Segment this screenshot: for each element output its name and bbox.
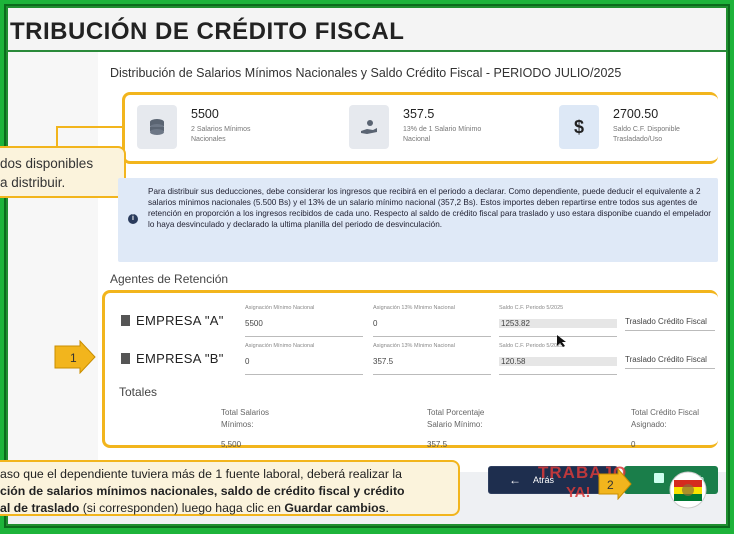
info-icon: i — [128, 214, 138, 224]
kpi-value: 357.5 — [403, 107, 435, 121]
field-value: 0 — [373, 319, 378, 328]
traslado-select[interactable]: Traslado Crédito Fiscal — [625, 355, 715, 369]
agent-row: EMPRESA "A" Asignación Mínimo Nacional 5… — [105, 303, 721, 343]
traslado-select[interactable]: Traslado Crédito Fiscal — [625, 317, 715, 331]
save-icon — [654, 473, 664, 483]
totals-title: Totales — [119, 385, 158, 399]
banner-title: TRIBUCIÓN DE CRÉDITO FISCAL — [10, 18, 405, 45]
field-value: 0 — [245, 357, 250, 366]
step-1-label: 1 — [70, 351, 77, 365]
kpi-summary: 5500 2 Salarios Mínimos Nacionales 357.5… — [122, 92, 718, 164]
field-label: Saldo C.F. Periodo 5/2025 — [499, 305, 564, 311]
field-label: Asignación Mínimo Nacional — [245, 343, 315, 349]
asignacion-13-field[interactable]: Asignación 13% Mínimo Nacional 357.5 — [373, 343, 491, 375]
coins-icon — [137, 105, 177, 149]
company-name: EMPRESA "B" — [121, 351, 224, 366]
total-label: Mínimos: — [221, 420, 254, 429]
callout-saldos: dos disponibles a distribuir. — [0, 146, 126, 198]
company-name: EMPRESA "A" — [121, 313, 224, 328]
total-label: Salario Mínimo: — [427, 420, 483, 429]
info-text: Para distribuir sus deducciones, debe co… — [148, 187, 712, 229]
field-label: Asignación Mínimo Nacional — [245, 305, 315, 311]
left-strip — [8, 52, 98, 472]
field-value: 5500 — [245, 319, 263, 328]
agents-title: Agentes de Retención — [110, 272, 229, 286]
title-banner: TRIBUCIÓN DE CRÉDITO FISCAL — [8, 8, 726, 52]
total-label: Total Salarios — [221, 408, 270, 417]
asignacion-minimo-field[interactable]: Asignación Mínimo Nacional 5500 — [245, 305, 363, 337]
info-alert: i Para distribuir sus deducciones, debe … — [118, 178, 718, 262]
building-icon — [121, 315, 130, 326]
company-label: EMPRESA "A" — [136, 313, 224, 328]
asignacion-minimo-field[interactable]: Asignación Mínimo Nacional 0 — [245, 343, 363, 375]
note-text: (si corresponden) luego haga clic en — [79, 501, 285, 515]
arrow-left-icon: ← — [509, 473, 521, 487]
field-value: 120.58 — [499, 357, 617, 366]
company-label: EMPRESA "B" — [136, 351, 224, 366]
total-label: Total Porcentaje — [427, 408, 485, 417]
total-porcentaje: Total Porcentaje Salario Mínimo: 357.5 — [427, 407, 484, 451]
callout-connector — [56, 126, 122, 146]
field-label: Asignación 13% Mínimo Nacional — [373, 305, 455, 311]
step-1-arrow: 1 — [54, 340, 96, 374]
field-label: Asignación 13% Mínimo Nacional — [373, 343, 455, 349]
step-2-label: 2 — [607, 478, 614, 492]
mouse-cursor-icon — [557, 335, 566, 347]
step-2-arrow: 2 — [598, 468, 632, 500]
kpi-saldo: $ 2700.50 Saldo C.F. Disponible Traslada… — [559, 105, 719, 155]
field-value: 357.5 — [373, 357, 394, 366]
kpi-value: 2700.50 — [613, 107, 659, 121]
bolivia-seal-icon — [669, 471, 707, 509]
field-value: 1253.82 — [499, 319, 617, 328]
building-icon — [121, 353, 130, 364]
agents-box: EMPRESA "A" Asignación Mínimo Nacional 5… — [102, 290, 721, 451]
instruction-note: aso que el dependiente tuviera más de 1 … — [0, 460, 460, 516]
note-bold: Guardar cambios — [284, 501, 386, 515]
kpi-salarios: 5500 2 Salarios Mínimos Nacionales — [137, 105, 317, 155]
total-salarios: Total Salarios Mínimos: 5,500 — [221, 407, 269, 451]
note-bold: al de traslado — [0, 501, 80, 515]
note-text: . — [385, 501, 389, 515]
note-line: al de traslado (si corresponden) luego h… — [0, 500, 450, 517]
kpi-label: 13% de 1 Salario Mínimo Nacional — [403, 126, 482, 143]
kpi-value: 5500 — [191, 107, 219, 121]
total-label: Total Crédito Fiscal — [631, 408, 700, 417]
watermark: YA! — [566, 484, 591, 501]
total-value: 5,500 — [221, 440, 242, 449]
note-line: aso que el dependiente tuviera más de 1 … — [0, 467, 402, 481]
total-value: 0 — [631, 440, 636, 449]
callout-line: a distribuir. — [0, 175, 66, 190]
hand-coin-icon — [349, 105, 389, 149]
kpi-label: 2 Salarios Mínimos Nacionales — [191, 126, 251, 143]
kpi-label: Saldo C.F. Disponible Trasladado/Uso — [613, 126, 680, 143]
page-heading: Distribución de Salarios Mínimos Naciona… — [110, 66, 622, 80]
kpi-porcentaje: 357.5 13% de 1 Salario Mínimo Nacional — [349, 105, 529, 155]
total-credito: Total Crédito Fiscal Asignado: 0 — [631, 407, 699, 451]
saldo-cf-field[interactable]: Saldo C.F. Periodo 5/2025 1253.82 — [499, 305, 617, 337]
total-value: 357.5 — [427, 440, 448, 449]
note-line: ción de salarios mínimos nacionales, sal… — [0, 484, 405, 498]
total-label: Asignado: — [631, 420, 667, 429]
dollar-icon: $ — [559, 105, 599, 149]
agent-row: EMPRESA "B" Asignación Mínimo Nacional 0… — [105, 341, 721, 381]
callout-line: dos disponibles — [0, 156, 94, 171]
asignacion-13-field[interactable]: Asignación 13% Mínimo Nacional 0 — [373, 305, 491, 337]
